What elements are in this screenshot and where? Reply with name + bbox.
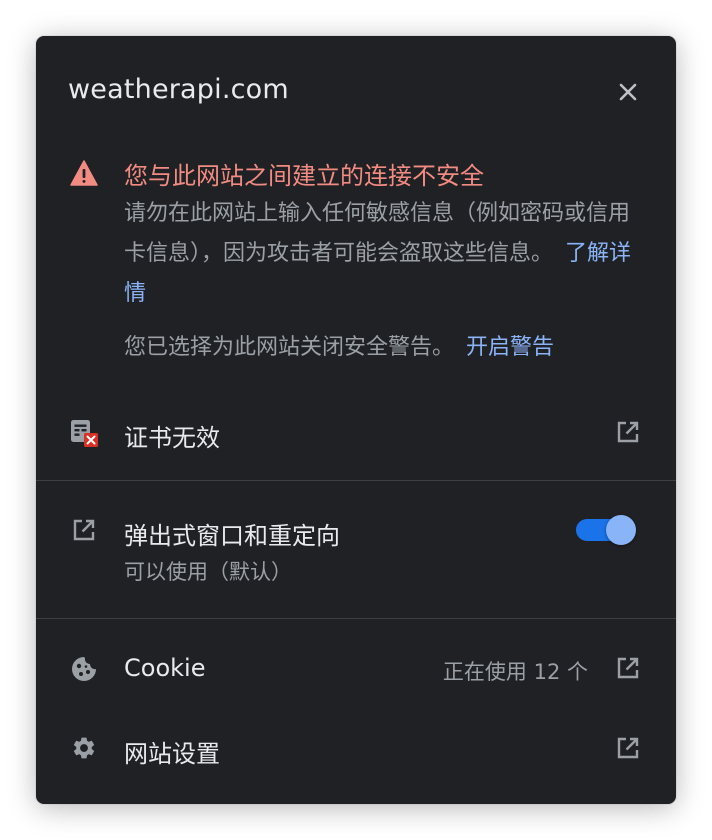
site-info-popup: weatherapi.com 您与此网站之间建立的连接不安全 请勿在此网站上输入… bbox=[36, 36, 676, 804]
cookies-label: Cookie bbox=[124, 654, 206, 682]
connection-not-secure-title: 您与此网站之间建立的连接不安全 bbox=[124, 162, 484, 190]
certificate-label: 证书无效 bbox=[124, 424, 220, 452]
site-domain-title: weatherapi.com bbox=[68, 74, 289, 105]
enable-warnings-link[interactable]: 开启警告 bbox=[466, 335, 554, 360]
warnings-disabled-text: 您已选择为此网站关闭安全警告。 bbox=[124, 335, 455, 360]
certificate-error-icon bbox=[70, 418, 100, 448]
popups-redirects-label: 弹出式窗口和重定向 bbox=[124, 522, 340, 550]
warning-icon bbox=[70, 160, 98, 186]
open-in-new-icon bbox=[616, 736, 640, 760]
warnings-disabled-note: 您已选择为此网站关闭安全警告。 开启警告 bbox=[124, 328, 554, 368]
cookie-icon bbox=[70, 655, 98, 683]
gear-icon bbox=[70, 734, 98, 762]
security-warning-text: 请勿在此网站上输入任何敏感信息（例如密码或信用卡信息），因为攻击者可能会盗取这些… bbox=[124, 194, 644, 314]
popup-redirect-icon bbox=[72, 518, 96, 542]
security-warning-body: 请勿在此网站上输入任何敏感信息（例如密码或信用卡信息），因为攻击者可能会盗取这些… bbox=[124, 201, 631, 266]
divider bbox=[36, 618, 676, 619]
cookies-count: 正在使用 12 个 bbox=[442, 660, 588, 684]
close-button[interactable] bbox=[612, 76, 644, 108]
close-icon bbox=[619, 83, 637, 101]
divider bbox=[36, 480, 676, 481]
popups-toggle[interactable] bbox=[576, 515, 636, 545]
toggle-thumb bbox=[606, 515, 636, 545]
popups-status-text: 可以使用（默认） bbox=[124, 560, 292, 584]
open-in-new-icon bbox=[616, 656, 640, 680]
site-settings-label: 网站设置 bbox=[124, 740, 220, 768]
open-in-new-icon bbox=[616, 420, 640, 444]
